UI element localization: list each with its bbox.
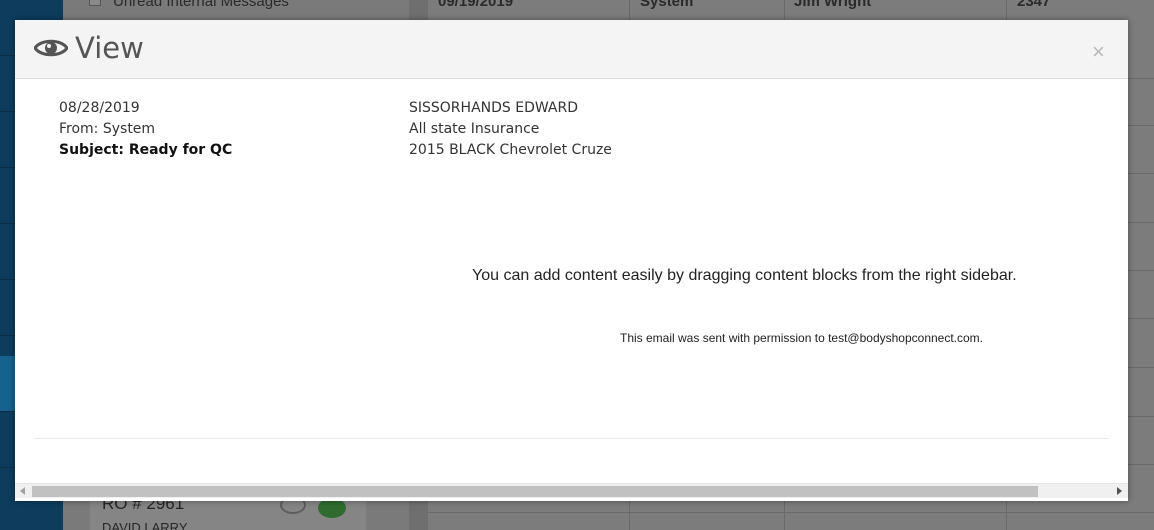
eye-icon [34,39,68,57]
unread-checkbox-label: Unread Internal Messages [113,0,289,10]
vehicle-description: 2015 BLACK Chevrolet Cruze [409,142,612,158]
scroll-left-arrow-icon[interactable] [20,487,25,495]
table-cell: Jim Wright [794,0,872,10]
customer-name: SISSORHANDS EDWARD [409,100,579,116]
insurance-company: All state Insurance [409,121,540,137]
message-subject: Subject: Ready for QC [59,142,233,158]
ro-customer-name: DAVID LARRY [102,520,188,530]
email-footer-text: This email was sent with permission to t… [620,331,984,345]
table-cell: 09/19/2019 [438,0,514,10]
message-meta-left: 08/28/2019 From: System Subject: Ready f… [59,98,232,161]
background-unread-filter: Unread Internal Messages [63,0,409,18]
modal-divider [34,438,1109,439]
horizontal-scrollbar[interactable] [15,483,1128,498]
view-message-modal: View × 08/28/2019 From: System Subject: … [15,20,1128,501]
modal-header: View × [15,20,1128,79]
email-body-text: You can add content easily by dragging c… [472,267,1017,284]
message-meta-right: SISSORHANDS EDWARD All state Insurance 2… [409,98,612,161]
unread-checkbox [89,0,101,6]
message-from: From: System [59,121,156,137]
close-button[interactable]: × [1092,41,1105,63]
message-date: 08/28/2019 [59,100,140,116]
modal-title: View [75,31,144,65]
message-icon [318,498,346,518]
scroll-right-arrow-icon[interactable] [1117,487,1122,495]
table-cell: 2347 [1017,0,1051,10]
scrollbar-thumb[interactable] [32,486,1038,497]
table-cell: System [640,0,694,10]
